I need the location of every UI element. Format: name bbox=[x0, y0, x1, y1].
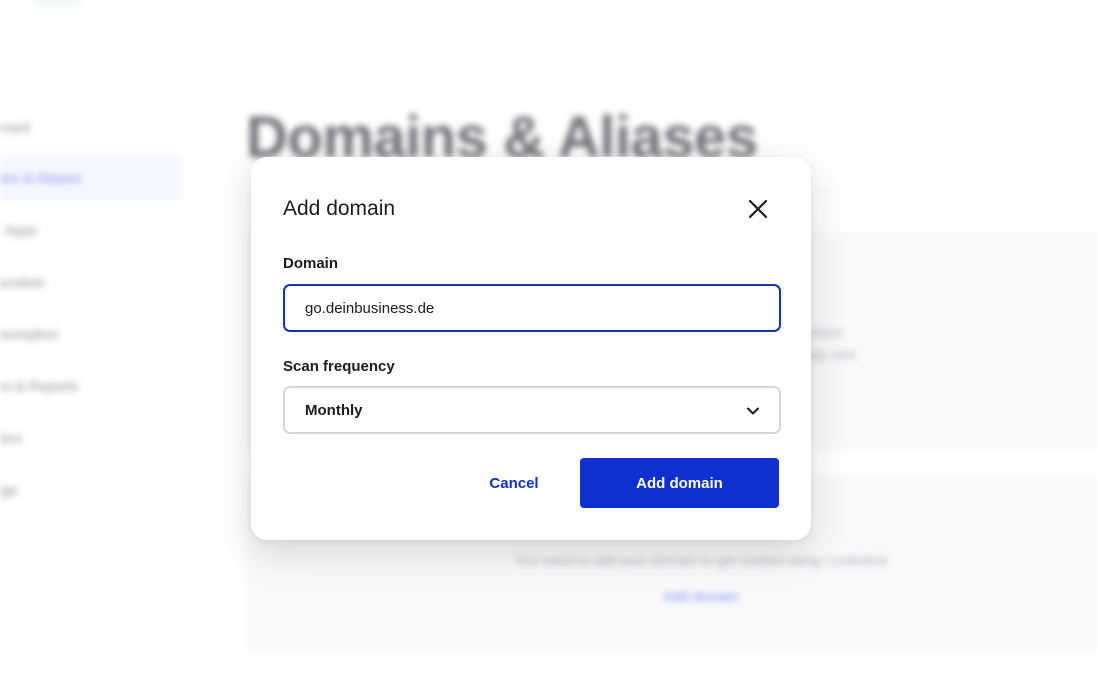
add-domain-button[interactable]: Add domain bbox=[580, 458, 779, 508]
domain-input[interactable] bbox=[283, 284, 781, 332]
scan-frequency-label: Scan frequency bbox=[283, 358, 395, 375]
cancel-button[interactable]: Cancel bbox=[481, 458, 547, 508]
chevron-down-icon bbox=[747, 407, 759, 415]
close-icon bbox=[748, 199, 768, 219]
dialog-title: Add domain bbox=[283, 197, 396, 220]
domain-label: Domain bbox=[283, 255, 339, 272]
add-domain-dialog: Add domain Domain Scan frequency Monthly… bbox=[251, 157, 811, 540]
scan-frequency-value: Monthly bbox=[305, 402, 363, 419]
close-button[interactable] bbox=[745, 196, 771, 222]
scan-frequency-select[interactable]: Monthly bbox=[283, 386, 781, 434]
